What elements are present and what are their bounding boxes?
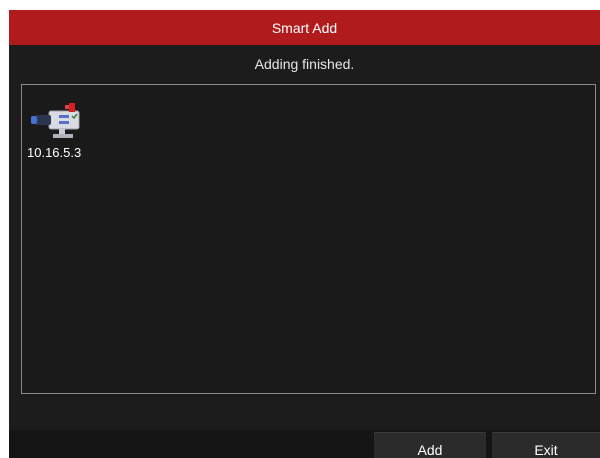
status-message: Adding finished. xyxy=(254,56,355,72)
device-list-panel: 10.16.5.3 xyxy=(21,84,596,394)
exit-button[interactable]: Exit xyxy=(492,432,600,458)
dialog-title: Smart Add xyxy=(9,10,600,45)
button-bar: Add Exit xyxy=(9,430,600,458)
device-label: 10.16.5.3 xyxy=(27,145,82,160)
smart-add-dialog: Smart Add Adding finished. 10.16.5.3 Add… xyxy=(9,10,600,458)
add-button[interactable]: Add xyxy=(374,432,486,458)
ip-camera-icon xyxy=(31,103,80,138)
